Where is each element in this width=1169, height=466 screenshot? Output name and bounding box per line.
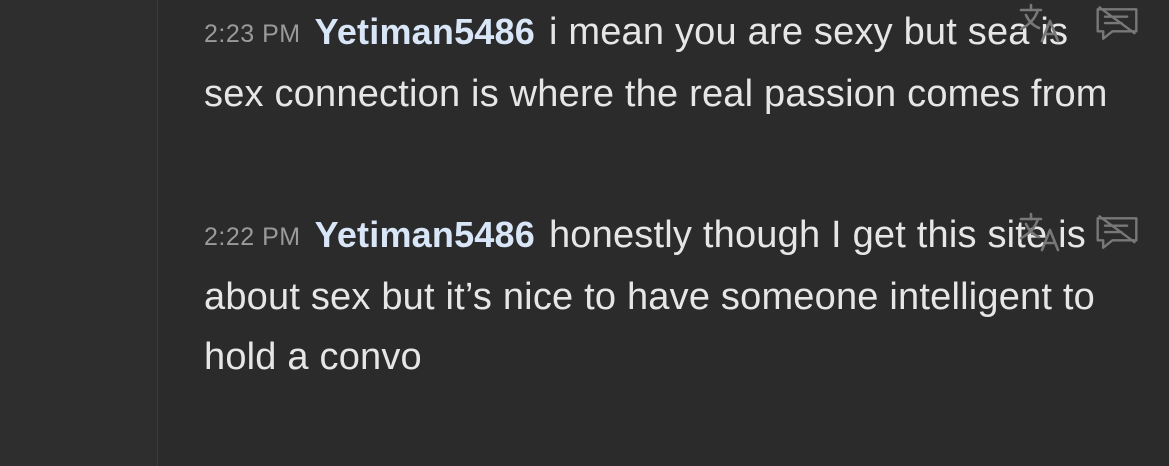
- message-username[interactable]: Yetiman5486: [315, 11, 535, 52]
- message-actions: [1018, 211, 1144, 255]
- chat-message[interactable]: 2:22 PM Yetiman5486 honestly though I get …: [204, 205, 1144, 387]
- message-timestamp: 2:22 PM: [204, 223, 301, 251]
- hide-message-icon[interactable]: [1094, 2, 1140, 46]
- message-content: 2:23 PM Yetiman5486 i mean you are sexy bu…: [204, 2, 1124, 124]
- hide-message-icon[interactable]: [1094, 211, 1140, 255]
- message-timestamp: 2:23 PM: [204, 20, 301, 48]
- message-text-start: honestly: [548, 214, 693, 256]
- chat-message[interactable]: 2:23 PM Yetiman5486 i mean you are sexy bu…: [204, 2, 1144, 124]
- chat-window: 2:23 PM Yetiman5486 i mean you are sexy bu…: [0, 0, 1169, 466]
- translate-icon[interactable]: [1018, 2, 1064, 46]
- side-panel: [0, 0, 158, 466]
- message-content: 2:22 PM Yetiman5486 honestly though I get …: [204, 205, 1124, 387]
- message-text-start: i mean you: [548, 11, 737, 53]
- chat-message-list[interactable]: 2:23 PM Yetiman5486 i mean you are sexy bu…: [158, 0, 1169, 466]
- message-actions: [1018, 2, 1144, 46]
- message-username[interactable]: Yetiman5486: [315, 214, 535, 255]
- translate-icon[interactable]: [1018, 211, 1064, 255]
